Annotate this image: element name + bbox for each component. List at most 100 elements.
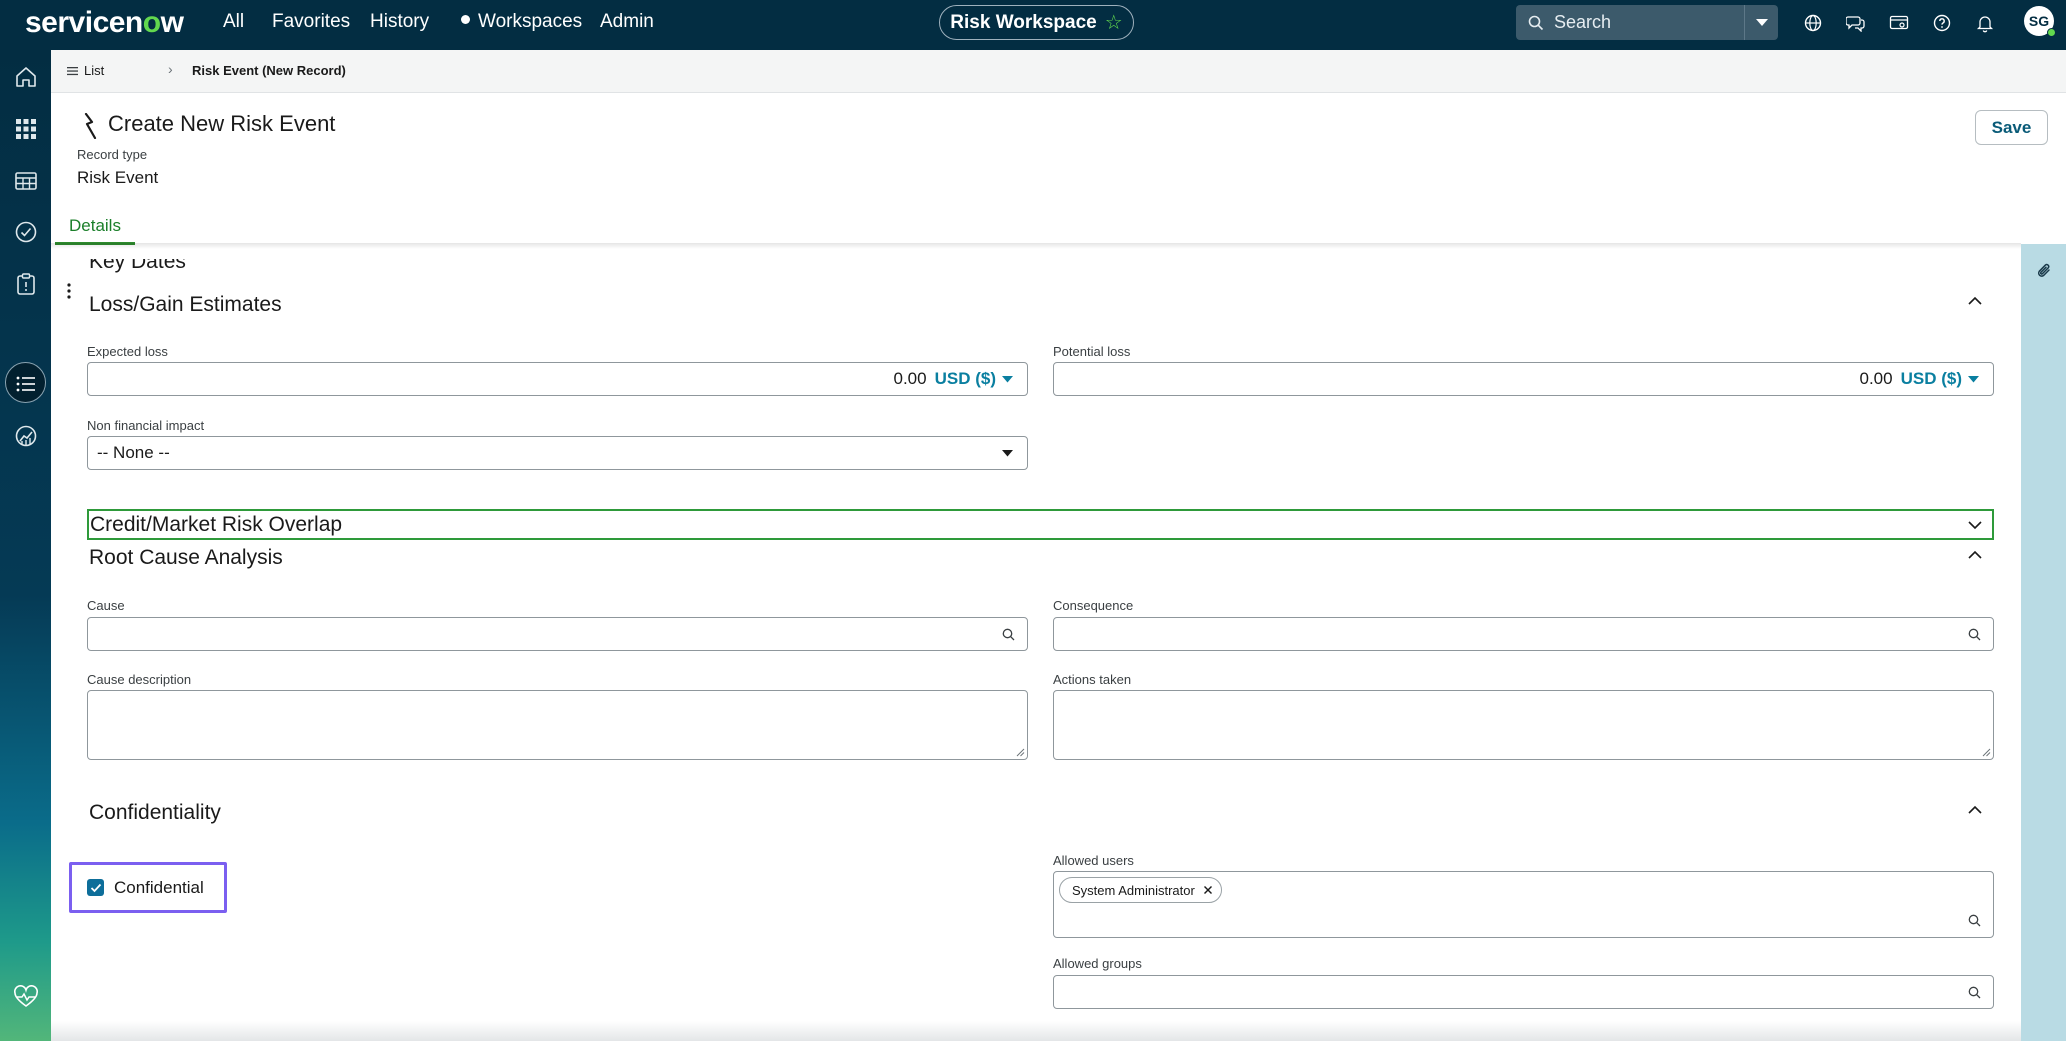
search-icon[interactable] [1968, 914, 1981, 927]
breadcrumb-list-label: List [84, 63, 105, 78]
chevron-up-icon[interactable] [1966, 546, 1984, 564]
left-app-rail [0, 50, 51, 1041]
nav-workspaces-label: Workspaces [478, 11, 583, 32]
clipboard-icon[interactable] [12, 270, 39, 297]
section-title-loss-gain: Loss/Gain Estimates [89, 293, 282, 316]
header-divider [51, 243, 2021, 249]
checkmark-icon [90, 883, 101, 892]
breadcrumb-list-link[interactable]: List [67, 63, 104, 78]
confidential-checkbox-field[interactable]: Confidential [69, 862, 227, 913]
search-scope-dropdown[interactable] [1744, 5, 1778, 40]
close-icon[interactable] [1203, 885, 1213, 895]
actions-taken-label: Actions taken [1053, 672, 1132, 687]
cause-description-label: Cause description [87, 672, 192, 687]
chevron-up-icon[interactable] [1966, 292, 1984, 310]
breadcrumb-current: Risk Event (New Record) [192, 63, 346, 78]
presence-status-icon [2047, 28, 2056, 37]
tab-details[interactable]: Details [55, 212, 135, 245]
save-button[interactable]: Save [1975, 110, 2048, 145]
user-avatar[interactable]: SG [2024, 6, 2056, 37]
user-chip-label: System Administrator [1072, 882, 1195, 898]
paperclip-icon[interactable] [2036, 262, 2052, 285]
allowed-users-label: Allowed users [1053, 853, 1134, 868]
chat-icon[interactable] [1845, 12, 1867, 34]
workspace-title: Risk Workspace [950, 11, 1097, 33]
potential-loss-currency-select[interactable]: USD ($) [1901, 369, 1979, 389]
non-financial-impact-label: Non financial impact [87, 418, 205, 433]
non-financial-impact-value: -- None -- [97, 443, 170, 462]
workspace-pill[interactable]: Risk Workspace ☆ [939, 5, 1134, 40]
top-navigation-bar: servicenow All Favorites History Workspa… [0, 0, 2066, 50]
search-icon[interactable] [1968, 628, 1981, 641]
avatar-initials: SG [2028, 13, 2050, 29]
allowed-groups-label: Allowed groups [1053, 956, 1142, 971]
more-options-icon[interactable] [67, 283, 71, 304]
notifications-bell-icon[interactable] [1974, 12, 1996, 34]
expected-loss-label: Expected loss [87, 344, 168, 359]
active-dot-icon [461, 15, 470, 25]
expected-loss-field[interactable]: 0.00 USD ($) [87, 362, 1028, 396]
chevron-up-icon[interactable] [1966, 801, 1984, 819]
confidential-label: Confidential [114, 877, 204, 897]
breadcrumb: List › Risk Event (New Record) [51, 50, 2066, 93]
search-icon[interactable] [1968, 986, 1981, 999]
resize-handle-icon[interactable] [1982, 748, 1991, 757]
resize-handle-icon[interactable] [1016, 748, 1025, 757]
consequence-label: Consequence [1053, 598, 1134, 613]
cause-description-textarea[interactable] [87, 690, 1028, 760]
non-financial-impact-select[interactable]: -- None -- [87, 436, 1028, 470]
record-type-value: Risk Event [77, 168, 159, 187]
section-title-key-dates: Key Dates [89, 259, 186, 273]
nav-history[interactable]: History [370, 11, 429, 33]
record-type-label: Record type [77, 147, 148, 162]
scroll-fade [51, 1021, 2021, 1041]
search-icon [1528, 15, 1544, 31]
section-title-root-cause: Root Cause Analysis [89, 546, 283, 569]
screen-share-icon[interactable] [1888, 12, 1910, 34]
list-icon[interactable] [12, 370, 39, 397]
consequence-lookup-field[interactable] [1053, 617, 1994, 651]
check-circle-icon[interactable] [12, 218, 39, 245]
home-icon[interactable] [12, 63, 39, 90]
expected-loss-currency-select[interactable]: USD ($) [935, 369, 1013, 389]
user-chip: System Administrator [1059, 877, 1222, 903]
nav-all[interactable]: All [223, 11, 244, 33]
caret-down-icon [1002, 375, 1013, 382]
section-header-credit-market-risk-overlap[interactable]: Credit/Market Risk Overlap [87, 509, 1994, 540]
heartbeat-icon[interactable] [12, 983, 39, 1010]
right-sidebar-strip [2021, 244, 2066, 1041]
caret-down-icon [1002, 449, 1013, 456]
chevron-down-icon [1968, 521, 1982, 530]
allowed-users-field[interactable]: System Administrator [1053, 871, 1994, 938]
global-search-input[interactable]: Search [1516, 5, 1748, 40]
star-icon[interactable]: ☆ [1105, 10, 1123, 35]
cause-lookup-field[interactable] [87, 617, 1028, 651]
analytics-gauge-icon[interactable] [12, 422, 39, 449]
help-icon[interactable] [1931, 12, 1953, 34]
servicenow-logo[interactable]: servicenow [25, 6, 184, 40]
caret-down-icon [1968, 375, 1979, 382]
caret-down-icon [1755, 18, 1768, 26]
cause-label: Cause [87, 598, 125, 613]
list-icon [67, 66, 78, 75]
section-title-confidentiality: Confidentiality [89, 801, 221, 824]
potential-loss-label: Potential loss [1053, 344, 1131, 359]
nav-admin[interactable]: Admin [600, 11, 654, 33]
table-icon[interactable] [12, 167, 39, 194]
potential-loss-field[interactable]: 0.00 USD ($) [1053, 362, 1994, 396]
search-placeholder: Search [1554, 12, 1612, 32]
nav-favorites[interactable]: Favorites [272, 11, 350, 33]
actions-taken-textarea[interactable] [1053, 690, 1994, 760]
section-title-credit-market: Credit/Market Risk Overlap [90, 512, 343, 536]
allowed-groups-field[interactable] [1053, 975, 1994, 1009]
nav-workspaces[interactable]: Workspaces [461, 11, 582, 33]
page-title: Create New Risk Event [108, 111, 336, 136]
expected-loss-value: 0.00 [893, 369, 927, 388]
risk-event-bolt-icon [81, 112, 99, 144]
potential-loss-value: 0.00 [1859, 369, 1893, 388]
confidential-checkbox[interactable] [87, 879, 104, 896]
search-icon[interactable] [1002, 628, 1015, 641]
apps-grid-icon[interactable] [12, 115, 39, 142]
globe-icon[interactable] [1802, 12, 1824, 34]
chevron-right-icon: › [168, 61, 173, 77]
